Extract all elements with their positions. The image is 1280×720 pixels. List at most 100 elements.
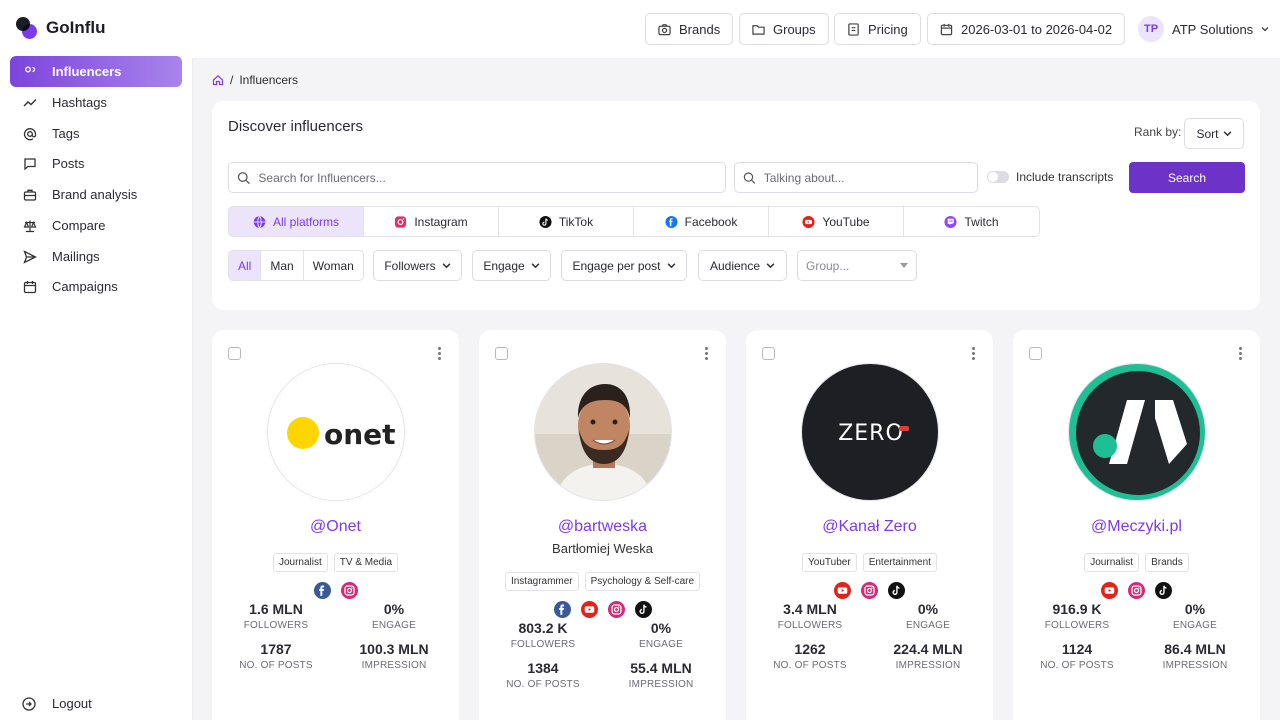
facebook-icon[interactable] <box>313 582 331 599</box>
groups-button[interactable]: Groups <box>739 13 829 45</box>
impression-value: 86.4 MLN <box>1164 641 1226 657</box>
instagram-icon[interactable] <box>607 601 625 618</box>
influencer-avatar[interactable] <box>1068 363 1206 501</box>
talking-about-input[interactable] <box>763 170 977 185</box>
sidebar-item-label: Compare <box>52 218 106 233</box>
instagram-icon[interactable] <box>340 582 358 599</box>
influencer-search-input[interactable] <box>258 170 725 185</box>
stats-block: 3.4 MLN FOLLOWERS 0% ENGAGE 1262 NO. OF POSTS… <box>746 601 993 681</box>
gender-option-man[interactable]: Man <box>261 251 304 280</box>
filter-label: Followers <box>384 258 436 273</box>
tiktok-icon[interactable] <box>888 582 905 599</box>
category-tag[interactable]: Journalist <box>1084 553 1140 572</box>
influencer-avatar[interactable] <box>534 363 672 501</box>
category-tag[interactable]: Entertainment <box>862 553 937 572</box>
category-tag[interactable]: Journalist <box>272 553 328 572</box>
posts-stat: 1124 NO. OF POSTS <box>1017 641 1137 671</box>
instagram-icon[interactable] <box>1128 582 1145 599</box>
twitch-icon <box>944 215 958 228</box>
tab-instagram[interactable]: Instagram <box>364 207 499 236</box>
audience-filter[interactable]: Audience <box>698 250 787 281</box>
app-logo[interactable]: GoInflu <box>16 17 105 39</box>
category-tag[interactable]: YouTuber <box>802 553 857 572</box>
logout-button[interactable]: Logout <box>22 696 92 711</box>
engage-per-post-filter[interactable]: Engage per post <box>561 250 687 281</box>
youtube-icon[interactable] <box>1101 582 1118 599</box>
logout-label: Logout <box>52 696 92 711</box>
influencer-handle[interactable]: @Meczyki.pl <box>1013 518 1260 536</box>
search-button[interactable]: Search <box>1129 162 1245 193</box>
gender-option-woman[interactable]: Woman <box>304 251 363 280</box>
category-tag[interactable]: Instagrammer <box>504 572 579 591</box>
tiktok-icon[interactable] <box>634 601 652 618</box>
engage-filter[interactable]: Engage <box>472 250 551 281</box>
transcripts-toggle[interactable] <box>987 171 1009 183</box>
home-icon[interactable] <box>212 74 224 86</box>
sidebar-item-mailings[interactable]: Mailings <box>10 241 182 272</box>
instagram-icon <box>394 215 407 228</box>
influencer-handle[interactable]: @Onet <box>212 518 459 536</box>
more-options-icon[interactable] <box>1238 347 1242 360</box>
influencer-card[interactable]: ZERO @Kanał Zero YouTuber Entertainment 3.4 … <box>746 330 993 720</box>
tiktok-icon[interactable] <box>1155 582 1172 599</box>
followers-value: 1.6 MLN <box>249 601 303 617</box>
brands-label: Brands <box>679 21 721 37</box>
tab-facebook[interactable]: Facebook <box>634 207 769 236</box>
search-icon <box>743 171 756 184</box>
tag-list: Instagrammer Psychology & Self-care <box>479 572 726 591</box>
social-links <box>212 582 459 599</box>
date-range-picker[interactable]: 2026-03-01 to 2026-04-02 <box>927 13 1126 45</box>
talking-about-field[interactable] <box>734 162 978 193</box>
youtube-icon[interactable] <box>580 601 598 618</box>
influencer-card[interactable]: onet @Onet Journalist TV & Media 1.6 MLN FOLL… <box>212 330 459 720</box>
sidebar-item-brand-analysis[interactable]: Brand analysis <box>10 179 182 210</box>
sidebar-item-tags[interactable]: Tags <box>10 118 182 149</box>
user-menu[interactable]: TP ATP Solutions <box>1138 16 1269 42</box>
influencer-search-field[interactable] <box>228 162 726 193</box>
group-select[interactable]: Group... <box>797 250 917 281</box>
influencer-card[interactable]: @Meczyki.pl Journalist Brands 916.9 K FOLLOW… <box>1013 330 1260 720</box>
select-checkbox[interactable] <box>762 347 775 360</box>
category-tag[interactable]: Psychology & Self-care <box>584 572 701 591</box>
followers-filter[interactable]: Followers <box>373 250 462 281</box>
pricing-label: Pricing <box>868 21 908 37</box>
more-options-icon[interactable] <box>971 347 975 360</box>
sidebar-item-campaigns[interactable]: Campaigns <box>10 271 182 302</box>
sidebar-item-hashtags[interactable]: Hashtags <box>10 87 182 118</box>
category-tag[interactable]: TV & Media <box>333 553 399 572</box>
tab-tiktok[interactable]: TikTok <box>499 207 634 236</box>
sidebar-item-influencers[interactable]: Influencers <box>10 56 182 87</box>
brands-button[interactable]: Brands <box>645 13 734 45</box>
more-options-icon[interactable] <box>437 347 441 360</box>
gender-option-all[interactable]: All <box>229 251 262 280</box>
select-checkbox[interactable] <box>228 347 241 360</box>
impression-value: 55.4 MLN <box>630 660 692 676</box>
sort-dropdown[interactable]: Sort <box>1184 118 1244 149</box>
trend-icon <box>23 98 37 106</box>
influencer-avatar[interactable]: ZERO <box>801 363 939 501</box>
influencer-handle[interactable]: @bartweska <box>479 518 726 536</box>
posts-stat: 1787 NO. OF POSTS <box>216 641 336 671</box>
pricing-button[interactable]: Pricing <box>834 13 921 45</box>
influencer-avatar[interactable]: onet <box>267 363 405 501</box>
category-tag[interactable]: Brands <box>1145 553 1189 572</box>
engage-value: 0% <box>383 601 405 617</box>
tab-youtube[interactable]: YouTube <box>769 207 904 236</box>
engage-stat: 0% ENGAGE <box>868 601 988 631</box>
followers-label: FOLLOWERS <box>243 620 309 631</box>
tab-all-platforms[interactable]: All platforms <box>229 207 364 236</box>
sidebar-item-posts[interactable]: Posts <box>10 148 182 179</box>
sidebar-item-compare[interactable]: Compare <box>10 210 182 241</box>
youtube-icon[interactable] <box>834 582 851 599</box>
influencer-card[interactable]: @bartweska Bartłomiej Weska Instagrammer Ps… <box>479 330 726 720</box>
briefcase-icon <box>23 189 37 201</box>
more-options-icon[interactable] <box>704 347 708 360</box>
influencer-handle[interactable]: @Kanał Zero <box>746 518 993 536</box>
select-checkbox[interactable] <box>1029 347 1042 360</box>
facebook-icon[interactable] <box>553 601 571 618</box>
instagram-icon[interactable] <box>861 582 878 599</box>
impression-stat: 55.4 MLN IMPRESSION <box>601 660 721 690</box>
select-checkbox[interactable] <box>495 347 508 360</box>
folder-icon <box>752 24 765 35</box>
tab-twitch[interactable]: Twitch <box>904 207 1039 236</box>
